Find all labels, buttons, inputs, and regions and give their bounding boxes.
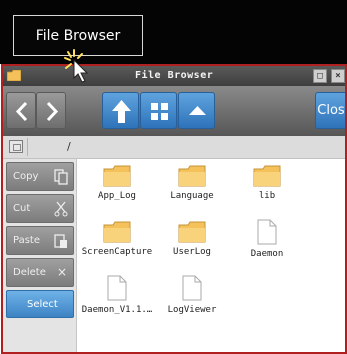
path-divider xyxy=(27,138,28,156)
copy-icon xyxy=(54,169,68,185)
item-name: Daemon xyxy=(250,249,284,259)
select-label: Select xyxy=(27,299,58,310)
collapse-button[interactable] xyxy=(178,92,215,129)
mouse-cursor-icon xyxy=(64,49,89,83)
file-icon xyxy=(182,275,202,301)
folder-icon xyxy=(103,165,131,187)
toolbar: Close xyxy=(3,86,345,136)
copy-button[interactable]: Copy xyxy=(6,162,74,191)
path-bar: / xyxy=(3,136,345,159)
folder-item[interactable]: Language xyxy=(156,165,228,201)
chevron-right-icon xyxy=(46,101,59,122)
folder-item[interactable]: ScreenCapture xyxy=(81,221,153,257)
item-name: ScreenCapture xyxy=(81,247,153,257)
item-name: Daemon_V1.1.… xyxy=(81,305,153,315)
paste-button[interactable]: Paste xyxy=(6,226,74,255)
file-grid: App_Log Language lib ScreenCapture UserL… xyxy=(77,159,345,352)
file-browser-window: File Browser □ × Close / Copy xyxy=(1,64,347,354)
window-title: File Browser xyxy=(135,70,214,81)
drive-icon[interactable] xyxy=(9,140,23,153)
window-close-button[interactable]: × xyxy=(331,69,345,83)
up-folder-button[interactable] xyxy=(102,92,139,129)
item-name: Language xyxy=(170,191,214,201)
folder-item[interactable]: App_Log xyxy=(81,165,153,201)
file-item[interactable]: Daemon_V1.1.… xyxy=(81,275,153,315)
item-name: LogViewer xyxy=(167,305,217,315)
folder-app-icon xyxy=(7,70,21,81)
folder-item[interactable]: UserLog xyxy=(156,221,228,257)
item-name: App_Log xyxy=(98,191,136,201)
cut-button[interactable]: Cut xyxy=(6,194,74,223)
item-name: lib xyxy=(258,191,276,201)
delete-x-icon: × xyxy=(56,265,67,279)
file-item[interactable]: LogViewer xyxy=(156,275,228,315)
top-bar: File Browser xyxy=(0,0,347,64)
select-button[interactable]: Select xyxy=(6,290,74,318)
minimize-button[interactable]: □ xyxy=(313,69,327,83)
window-titlebar[interactable]: File Browser □ × xyxy=(3,66,345,86)
scissors-icon xyxy=(54,201,68,217)
folder-icon xyxy=(178,165,206,187)
file-item[interactable]: Daemon xyxy=(231,219,303,259)
copy-label: Copy xyxy=(13,171,39,182)
folder-icon xyxy=(253,165,281,187)
close-button[interactable]: Close xyxy=(315,92,345,129)
delete-label: Delete xyxy=(13,267,46,278)
delete-button[interactable]: Delete × xyxy=(6,258,74,287)
triangle-up-icon xyxy=(189,106,206,115)
arrow-up-icon xyxy=(112,100,131,123)
cut-label: Cut xyxy=(13,203,31,214)
action-sidebar: Copy Cut Paste Delete × Select xyxy=(3,159,77,352)
folder-icon xyxy=(178,221,206,243)
back-button[interactable] xyxy=(6,92,36,129)
paste-label: Paste xyxy=(13,235,40,246)
folder-item[interactable]: lib xyxy=(231,165,303,201)
file-icon xyxy=(257,219,277,245)
item-name: UserLog xyxy=(173,247,211,257)
chevron-left-icon xyxy=(15,101,28,122)
forward-button[interactable] xyxy=(36,92,66,129)
current-path: / xyxy=(67,140,71,153)
grid-view-button[interactable] xyxy=(140,92,177,129)
grid-view-icon xyxy=(151,103,168,120)
folder-icon xyxy=(103,221,131,243)
paste-icon xyxy=(54,234,67,248)
file-icon xyxy=(107,275,127,301)
